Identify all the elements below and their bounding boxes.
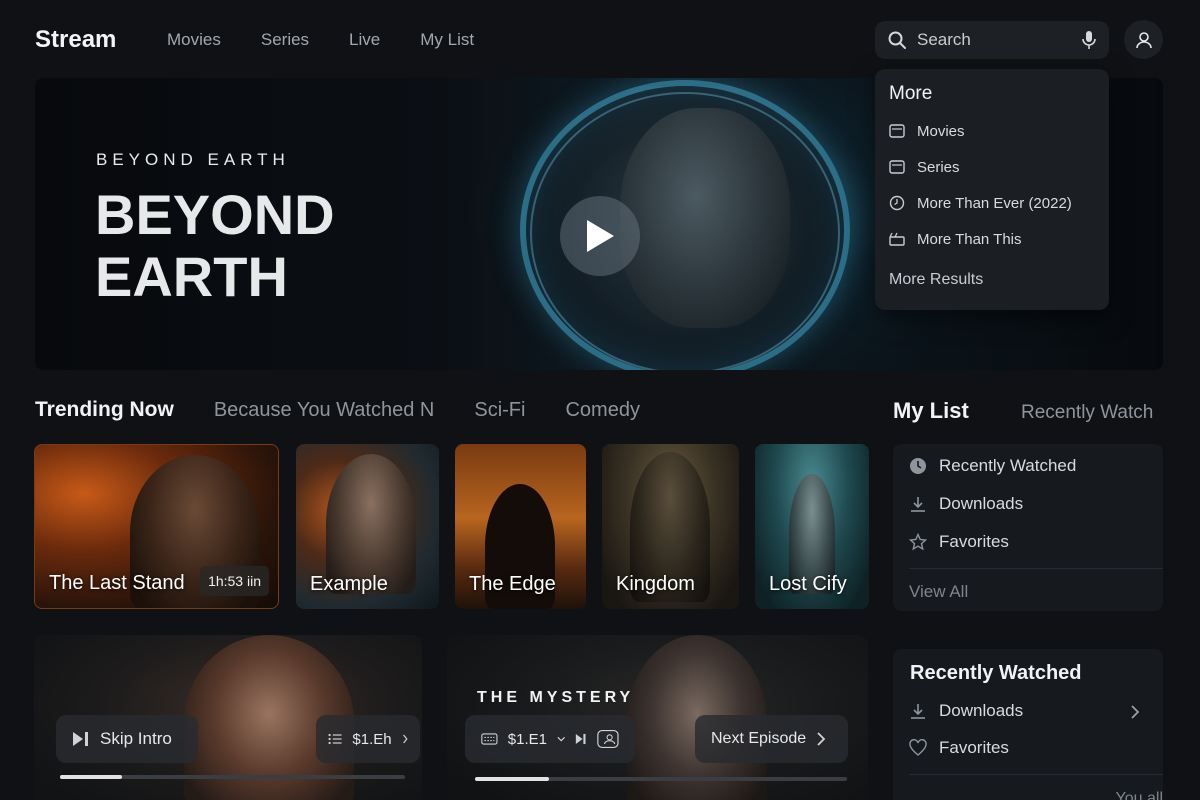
chevron-right-icon [817, 732, 826, 746]
dropdown-item-label: More Than Ever (2022) [917, 194, 1072, 212]
poster-card-kingdom[interactable]: Kingdom [602, 444, 739, 609]
tab-comedy[interactable]: Comedy [565, 399, 639, 422]
skip-intro-button[interactable]: Skip Intro [56, 715, 198, 763]
next-episode-label: Next Episode [711, 730, 807, 747]
episode-selector[interactable]: $1.Eh [316, 715, 420, 763]
play-icon [587, 220, 614, 252]
poster-card-lost-city[interactable]: Lost Cify [755, 444, 869, 609]
hero-title: BEYOND EARTH [95, 183, 335, 308]
chevron-down-icon [557, 736, 565, 742]
episode-label: $1.Eh [352, 730, 392, 748]
panel-item-label: Recently Watched [939, 456, 1077, 475]
dropdown-item-movies[interactable]: Movies [889, 119, 965, 143]
dropdown-item-more-than-this[interactable]: More Than This [889, 227, 1022, 251]
progress-bar[interactable] [60, 775, 405, 779]
dropdown-item-more-than-ever[interactable]: More Than Ever (2022) [889, 191, 1072, 215]
next-episode-button[interactable]: Next Episode [695, 715, 848, 763]
my-list-item-downloads[interactable]: Downloads [909, 494, 1023, 514]
play-button[interactable] [560, 196, 640, 276]
main-nav: Movies Series Live My List [167, 30, 474, 50]
my-list-item-favorites[interactable]: Favorites [909, 532, 1009, 552]
video-player-1[interactable]: Skip Intro $1.Eh [34, 635, 422, 800]
clapper-icon [889, 232, 905, 246]
card-title: The Edge [469, 573, 556, 595]
hero-face-image [620, 108, 790, 328]
tab-recently-watched[interactable]: Recently Watch [1021, 402, 1153, 424]
download-icon [911, 704, 925, 719]
skip-icon [73, 732, 88, 746]
dropdown-item-series[interactable]: Series [889, 155, 960, 179]
search-placeholder: Search [917, 30, 971, 49]
episode-selector-2[interactable]: $1.E1 [465, 715, 635, 763]
chevron-right-icon[interactable] [1129, 704, 1141, 720]
skip-next-icon [576, 733, 586, 745]
recently-watched-title: Recently Watched [910, 662, 1082, 684]
panel-item-label: Downloads [939, 494, 1024, 513]
recently-watched-panel: Recently Watched Downloads Favorites You… [893, 649, 1163, 800]
user-icon [1135, 31, 1152, 48]
skip-intro-label: Skip Intro [100, 729, 172, 748]
tv-icon [889, 160, 905, 174]
episode-label: $1.E1 [507, 730, 547, 748]
more-results-link[interactable]: More Results [889, 271, 983, 289]
player-title: THE MYSTERY [477, 689, 635, 706]
clock-icon [910, 458, 926, 474]
keyboard-icon [481, 733, 498, 745]
progress-fill [60, 775, 123, 779]
tab-trending-now[interactable]: Trending Now [35, 398, 174, 422]
clock-icon [889, 195, 905, 211]
nav-my-list[interactable]: My List [420, 30, 474, 50]
nav-series[interactable]: Series [261, 30, 309, 50]
progress-fill [475, 777, 550, 781]
my-list-heading: My List [893, 398, 969, 423]
card-title: Lost Cify [769, 573, 847, 595]
search-input[interactable]: Search [875, 21, 1109, 59]
film-icon [889, 124, 905, 138]
progress-bar[interactable] [475, 777, 847, 781]
video-player-2[interactable]: THE MYSTERY $1.E1 Next Episode [447, 635, 868, 800]
search-dropdown: More Movies Series More Than Ever (2022)… [875, 69, 1109, 310]
tab-sci-fi[interactable]: Sci-Fi [474, 399, 525, 422]
poster-card-the-last-stand[interactable]: The Last Stand 1h:53 iin [34, 444, 279, 609]
picture-in-picture-icon[interactable] [597, 728, 619, 750]
dropdown-item-label: More Than This [917, 230, 1022, 248]
my-list-panel: Recently Watched Downloads Favorites Vie… [893, 444, 1163, 611]
my-list-item-recently-watched[interactable]: Recently Watched [909, 456, 1076, 476]
card-title: Example [310, 573, 388, 595]
app-logo[interactable]: Stream [35, 26, 116, 54]
chevron-right-icon [402, 734, 408, 744]
heart-icon [909, 739, 927, 756]
dropdown-item-label: Series [917, 158, 960, 176]
profile-button[interactable] [1124, 20, 1163, 59]
download-icon [911, 497, 925, 512]
dropdown-title: More [889, 83, 933, 104]
nav-live[interactable]: Live [349, 30, 380, 50]
panel-item-label: Favorites [939, 738, 1009, 757]
search-icon [888, 31, 906, 49]
list-icon [328, 733, 342, 745]
card-title: Kingdom [616, 573, 695, 595]
duration-badge: 1h:53 iin [200, 566, 269, 596]
view-all-link[interactable]: View All [909, 582, 968, 602]
poster-card-the-edge[interactable]: The Edge [455, 444, 586, 609]
panel-divider [909, 568, 1163, 569]
card-title: The Last Stand [49, 572, 185, 594]
row-tabs: Trending Now Because You Watched N Sci-F… [35, 398, 680, 422]
recent-item-downloads[interactable]: Downloads [909, 701, 1023, 721]
top-bar: Stream Movies Series Live My List Search [0, 0, 1200, 78]
poster-card-example[interactable]: Example [296, 444, 439, 609]
panel-divider [909, 774, 1163, 775]
recent-footer-link[interactable]: You all [1116, 790, 1163, 800]
star-icon [909, 533, 927, 551]
tab-because-you-watched[interactable]: Because You Watched N [214, 399, 435, 422]
dropdown-item-label: Movies [917, 122, 965, 140]
nav-movies[interactable]: Movies [167, 30, 221, 50]
recent-item-favorites[interactable]: Favorites [909, 738, 1009, 758]
panel-item-label: Downloads [939, 701, 1024, 720]
panel-item-label: Favorites [939, 532, 1009, 551]
microphone-icon[interactable] [1081, 30, 1097, 50]
hero-kicker: BEYOND EARTH [96, 150, 290, 169]
